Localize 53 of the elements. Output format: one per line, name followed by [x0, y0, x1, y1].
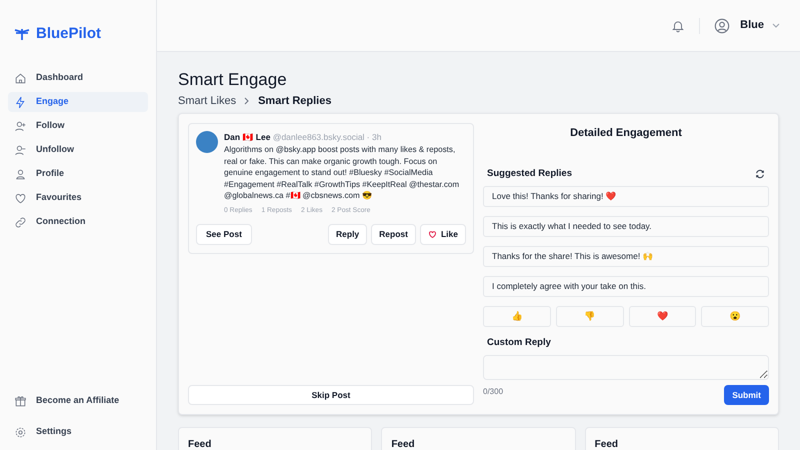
skip-post-button[interactable]: Skip Post	[188, 385, 474, 405]
see-post-button[interactable]: See Post	[196, 224, 252, 245]
heart-icon	[14, 192, 27, 204]
suggested-reply[interactable]: I completely agree with your take on this.	[483, 276, 769, 297]
bell-icon[interactable]	[671, 18, 686, 32]
feed-title: Feed	[391, 439, 415, 450]
user-avatar-icon[interactable]	[714, 18, 730, 34]
nav-item[interactable]: Dashboard	[8, 68, 148, 88]
link-icon	[14, 216, 27, 228]
breadcrumb-link[interactable]: Smart Likes	[178, 92, 236, 110]
home-icon	[14, 72, 27, 84]
panel-title: Detailed Engagement	[569, 126, 683, 141]
chevron-right-icon	[244, 97, 250, 105]
nav-item[interactable]: Settings	[8, 422, 148, 442]
character-counter: 0/300	[483, 386, 504, 398]
user-plus-icon	[14, 120, 27, 132]
feed-title: Feed	[188, 439, 212, 450]
nav-item[interactable]: Follow	[8, 116, 148, 136]
suggested-reply[interactable]: Thanks for the share! This is awesome! 🙌	[483, 246, 769, 267]
author-handle: @danlee863.bsky.social · 3h	[272, 132, 382, 142]
nav-item[interactable]: Engage	[8, 92, 148, 112]
submit-button[interactable]: Submit	[724, 385, 769, 405]
user-minus-icon	[14, 144, 27, 156]
heart-icon	[428, 230, 437, 239]
avatar-placeholder	[196, 131, 218, 153]
page-title: Smart Engage	[178, 70, 288, 90]
brand-name: BluePilot	[36, 24, 102, 44]
nav-item[interactable]: Connection	[8, 212, 148, 232]
user-icon	[14, 168, 27, 180]
author-name[interactable]: Dan 🇨🇦 Lee	[224, 132, 270, 142]
post-text: Algorithms on @bsky.app boost posts with many likes & reposts, real or fake. This can make organic growth tough. Focus on genuine engagement to stand out! #Bluesky #SocialMedia #Engagement #RealTalk #GrowthTips #KeepItReal @thestar.com @globalnews.ca #🇨🇦 @cbsnews.com 😎	[224, 144, 460, 202]
nav-item[interactable]: Profile	[8, 164, 148, 184]
dragonfly-logo-icon	[14, 28, 30, 40]
nav-item[interactable]: Become an Affiliate	[8, 391, 148, 411]
suggested-reply[interactable]: Love this! Thanks for sharing! ❤	[483, 186, 769, 207]
user-name[interactable]: Blue	[740, 17, 764, 34]
nav-item[interactable]: Favourites	[8, 188, 148, 208]
nav-item[interactable]: Unfollow	[8, 140, 148, 160]
reaction-button[interactable]: ❤	[628, 306, 696, 327]
breadcrumb-current: Smart Replies	[258, 94, 332, 109]
suggested-reply[interactable]: This is exactly what I needed to see today.	[483, 216, 769, 237]
gift-icon	[14, 394, 27, 408]
lightning-icon	[14, 96, 27, 108]
section-heading: Custom Reply	[486, 336, 552, 350]
section-heading: Suggested Replies	[487, 166, 572, 180]
action-button[interactable]: Reply	[328, 224, 368, 245]
chevron-down-icon[interactable]	[772, 22, 780, 28]
custom-reply-field[interactable]	[483, 355, 769, 380]
refresh-icon[interactable]	[755, 168, 765, 179]
feed-title: Feed	[594, 439, 618, 450]
action-button[interactable]: Repost	[371, 224, 416, 245]
action-button[interactable]: Like	[420, 224, 466, 245]
gear-icon	[14, 426, 27, 438]
